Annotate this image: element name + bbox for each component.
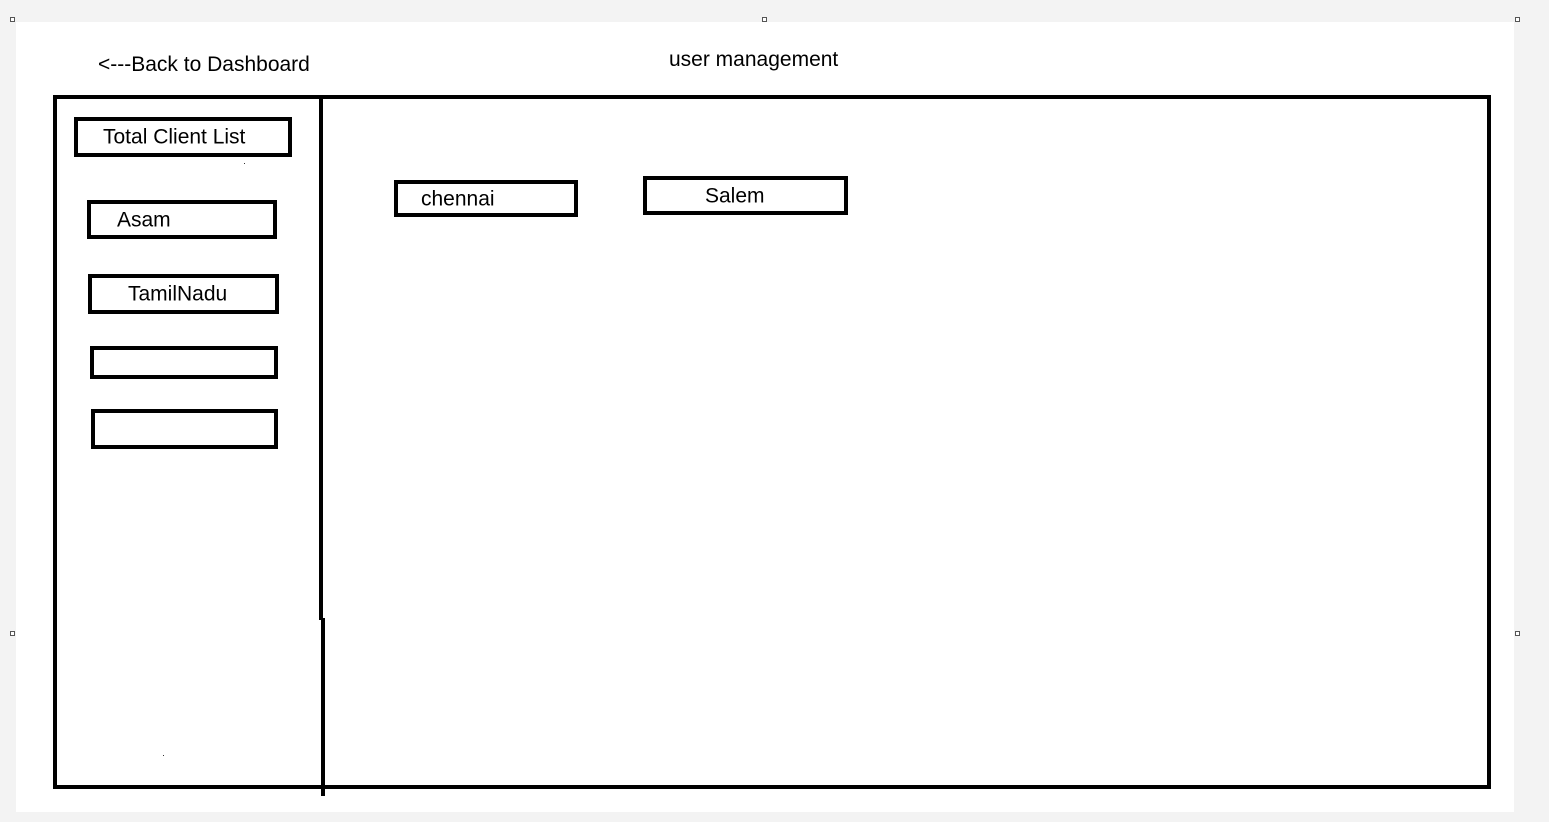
page-title: user management <box>669 48 839 71</box>
back-to-dashboard-link[interactable]: <---Back to Dashboard <box>98 52 310 78</box>
sidebar-item-tamilnadu[interactable]: TamilNadu <box>88 274 279 314</box>
city-button-label: Salem <box>705 184 765 207</box>
total-client-list-button[interactable]: Total Client List <box>74 117 292 157</box>
total-client-list-label: Total Client List <box>103 125 246 149</box>
city-button-chennai[interactable]: chennai <box>394 180 578 217</box>
sidebar-item-empty[interactable] <box>91 409 278 449</box>
selection-handle-middle-left[interactable] <box>10 631 15 636</box>
city-button-label: chennai <box>421 187 495 210</box>
stray-dot <box>163 755 164 756</box>
sidebar-divider-segment <box>321 618 325 796</box>
sidebar-item-asam[interactable]: Asam <box>87 200 277 239</box>
selection-handle-middle-right[interactable] <box>1515 631 1520 636</box>
selection-handle-top-right[interactable] <box>1515 17 1520 22</box>
sidebar-divider <box>319 97 323 272</box>
city-button-salem[interactable]: Salem <box>643 176 848 215</box>
selection-handle-top-center[interactable] <box>762 17 767 22</box>
sidebar-divider-segment <box>319 272 323 620</box>
selection-handle-top-left[interactable] <box>10 17 15 22</box>
stray-dot <box>244 163 245 164</box>
sidebar-item-empty[interactable] <box>90 346 278 379</box>
sidebar-item-label: TamilNadu <box>128 282 228 306</box>
sidebar-item-label: Asam <box>117 208 171 231</box>
